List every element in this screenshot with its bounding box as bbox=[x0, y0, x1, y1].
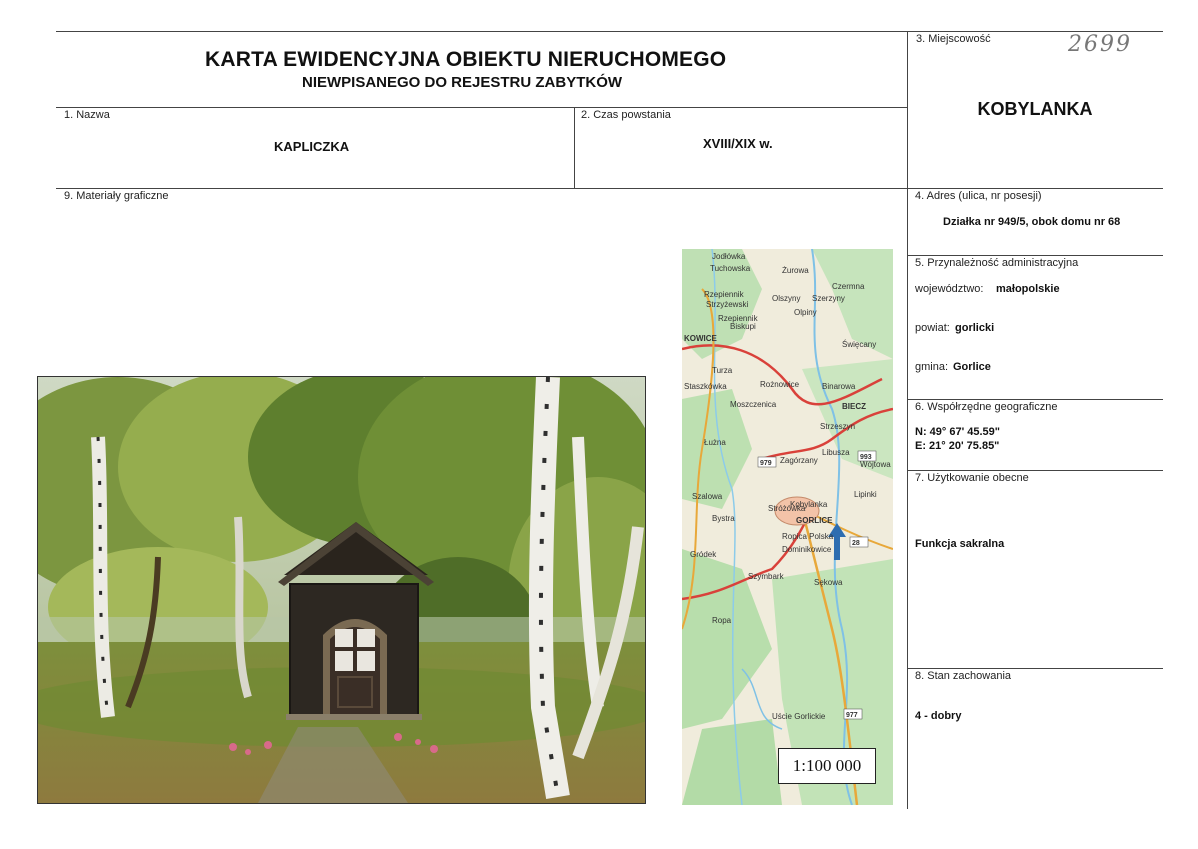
map-place-label: Szerzyny bbox=[812, 294, 845, 303]
right-divider-7 bbox=[907, 470, 1163, 471]
map-place-label: Turza bbox=[712, 366, 733, 375]
map-place-label: Strzeszyn bbox=[820, 422, 855, 431]
map-place-label: Ropa bbox=[712, 616, 732, 625]
value-miejscowosc: KOBYLANKA bbox=[977, 99, 1093, 119]
map-place-label: Biskupi bbox=[730, 322, 756, 331]
map-place-label: Olpiny bbox=[794, 308, 817, 317]
map-place-label: Sękowa bbox=[814, 578, 843, 587]
value-stan: 4 - dobry bbox=[915, 710, 962, 722]
chapel-photo-drawing bbox=[38, 377, 645, 803]
map-place-label: Libusza bbox=[822, 448, 850, 457]
value-wspolrzedne-n: N: 49° 67' 45.59" bbox=[915, 426, 1001, 438]
map-place-label: GORLICE bbox=[796, 516, 833, 525]
label-uzytkowanie: 7. Użytkowanie obecne bbox=[915, 472, 1029, 484]
map-place-label: Święcany bbox=[842, 340, 876, 349]
map-place-label: Jodłówka bbox=[712, 252, 746, 261]
map-place-label: Wójtowa bbox=[860, 460, 891, 469]
map-place-label: Szymbark bbox=[748, 572, 785, 581]
map-place-label: Żurowa bbox=[782, 266, 809, 275]
chapel-photo bbox=[37, 376, 646, 804]
map-place-label: Tuchowska bbox=[710, 264, 751, 273]
location-map: Jodłówka Tuchowska Żurowa Czermna Rzepiennik… bbox=[682, 249, 893, 805]
value-czas: XVIII/XIX w. bbox=[703, 136, 773, 151]
map-place-label: Strzyżewski bbox=[706, 300, 748, 309]
map-place-label: Uście Gorlickie bbox=[772, 712, 826, 721]
map-place-label: Dominikowice bbox=[782, 545, 832, 554]
map-place-label: BIECZ bbox=[842, 402, 866, 411]
right-divider-5 bbox=[907, 255, 1163, 256]
map-scale: 1:100 000 bbox=[778, 748, 876, 784]
label-wojewodztwo: województwo: bbox=[915, 283, 984, 295]
label-powiat: powiat: bbox=[915, 322, 950, 334]
value-nazwa: KAPLICZKA bbox=[274, 139, 350, 154]
map-place-label: Kobylanka bbox=[790, 500, 828, 509]
map-place-label: Rożnowice bbox=[760, 380, 800, 389]
label-przynaleznosc: 5. Przynależność administracyjna bbox=[915, 257, 1079, 269]
label-miejscowosc: 3. Miejscowość bbox=[916, 33, 991, 45]
value-wspolrzedne-e: E: 21° 20' 75.85" bbox=[915, 440, 1000, 452]
top-border bbox=[56, 31, 1163, 32]
map-place-label: Łużna bbox=[704, 438, 726, 447]
label-materialy: 9. Materiały graficzne bbox=[64, 190, 169, 202]
map-place-label: Gródek bbox=[690, 550, 717, 559]
label-nazwa: 1. Nazwa bbox=[64, 109, 110, 121]
value-gmina: Gorlice bbox=[953, 361, 991, 373]
label-gmina: gmina: bbox=[915, 361, 949, 373]
map-place-label: Ropica Polska bbox=[782, 532, 834, 541]
map-place-label: Rzepiennik bbox=[704, 290, 745, 299]
map-place-label: Czermna bbox=[832, 282, 865, 291]
road-number-label: 979 bbox=[760, 460, 772, 467]
handwritten-number: 2699 bbox=[1068, 32, 1132, 57]
value-adres: Działka nr 949/5, obok domu nr 68 bbox=[943, 216, 1121, 228]
right-divider-6 bbox=[907, 399, 1163, 400]
map-place-label: Moszczenica bbox=[730, 400, 777, 409]
col-divider-name bbox=[574, 107, 575, 188]
map-place-label: Staszkówka bbox=[684, 382, 727, 391]
card-title: KARTA EWIDENCYJNA OBIEKTU NIERUCHOMEGO bbox=[205, 48, 727, 71]
card-subtitle: NIEWPISANEGO DO REJESTRU ZABYTKÓW bbox=[302, 74, 623, 91]
row-divider-2 bbox=[56, 188, 1163, 189]
label-wspolrzedne: 6. Współrzędne geograficzne bbox=[915, 401, 1058, 413]
row-divider-1 bbox=[56, 107, 907, 108]
road-number-label: 993 bbox=[860, 454, 872, 461]
value-wojewodztwo: małopolskie bbox=[996, 283, 1060, 295]
label-stan: 8. Stan zachowania bbox=[915, 670, 1012, 682]
map-drawing: Jodłówka Tuchowska Żurowa Czermna Rzepiennik… bbox=[682, 249, 893, 805]
label-adres: 4. Adres (ulica, nr posesji) bbox=[915, 190, 1042, 202]
map-place-label: Olszyny bbox=[772, 294, 800, 303]
map-place-label: Szalowa bbox=[692, 492, 723, 501]
col-divider-main bbox=[907, 31, 908, 809]
label-czas: 2. Czas powstania bbox=[581, 109, 671, 121]
right-divider-8 bbox=[907, 668, 1163, 669]
map-place-label: Lipinki bbox=[854, 490, 877, 499]
road-number-label: 977 bbox=[846, 712, 858, 719]
value-uzytkowanie: Funkcja sakralna bbox=[915, 538, 1005, 550]
map-place-label: Binarowa bbox=[822, 382, 856, 391]
value-powiat: gorlicki bbox=[955, 322, 995, 334]
map-place-label: Zagórzany bbox=[780, 456, 818, 465]
road-number-label: 28 bbox=[852, 540, 860, 547]
map-place-label: KOWICE bbox=[684, 334, 718, 343]
map-place-label: Bystra bbox=[712, 514, 735, 523]
